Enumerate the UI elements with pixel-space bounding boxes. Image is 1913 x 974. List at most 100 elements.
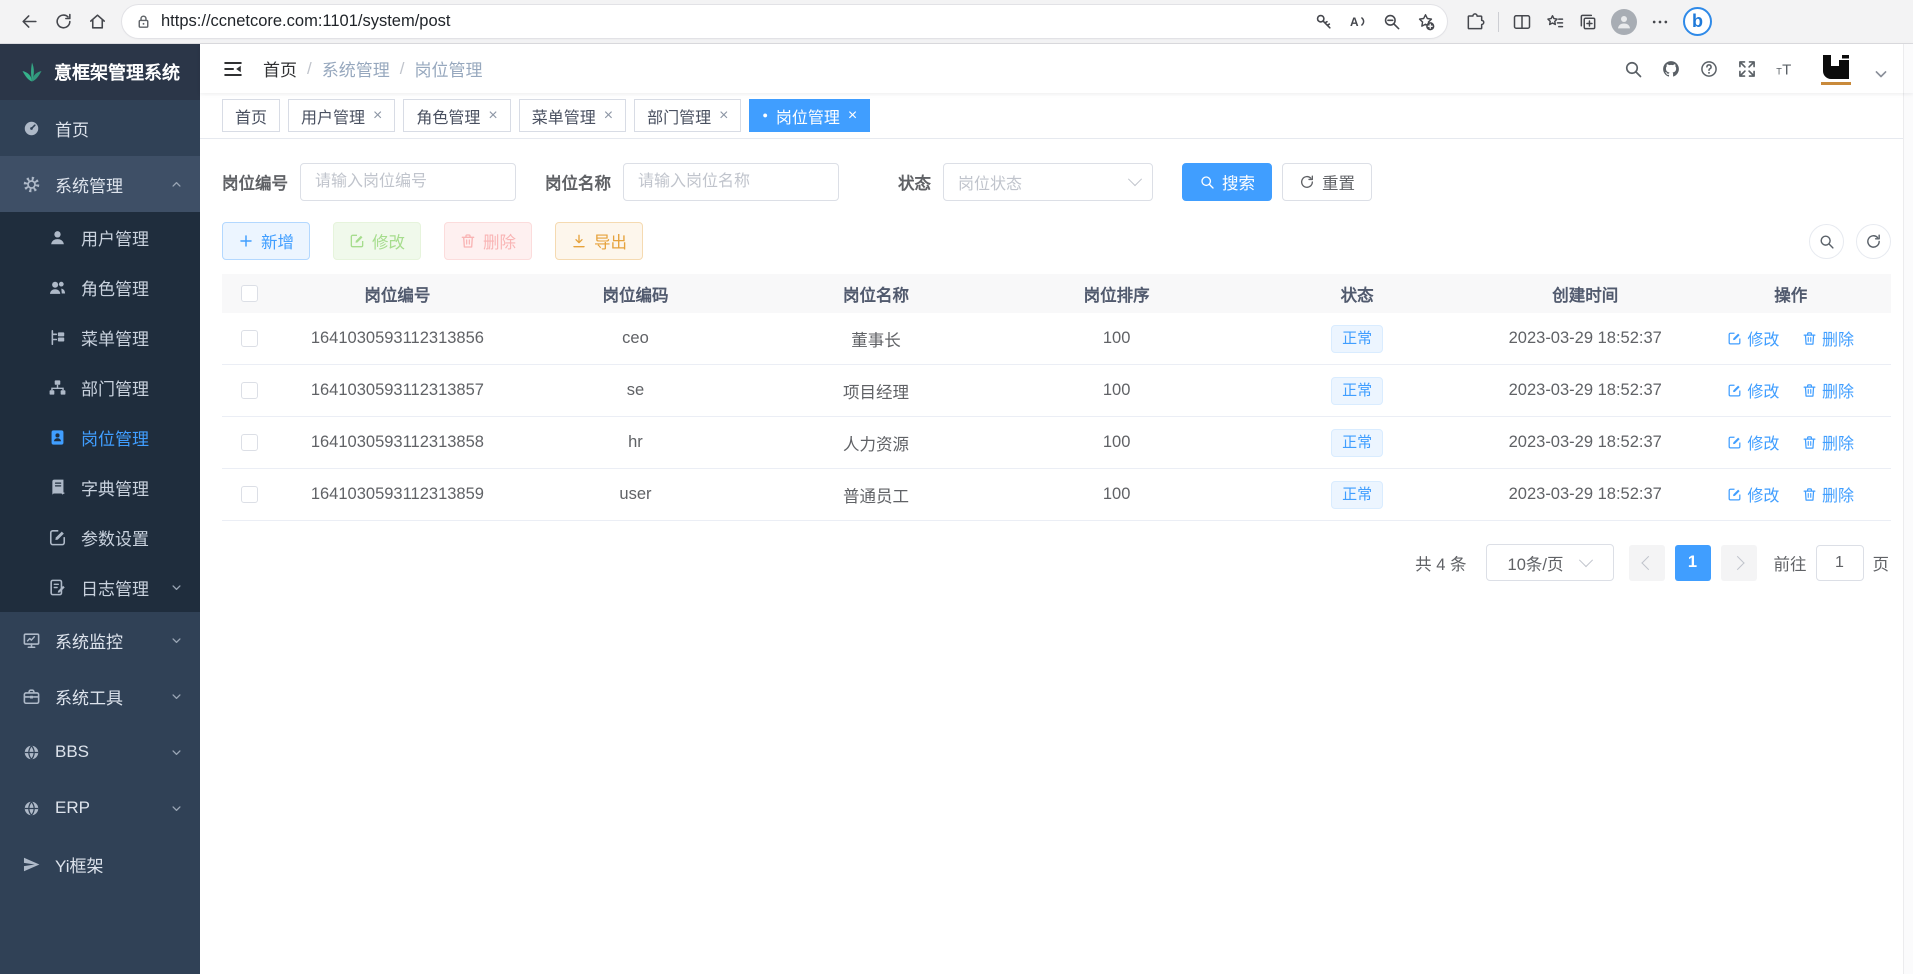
- browser-profile-avatar[interactable]: [1611, 9, 1637, 35]
- pagination: 共 4 条 10条/页 1 前往 页: [222, 544, 1891, 581]
- row-delete-link[interactable]: 删除: [1802, 326, 1854, 350]
- tab-role-management[interactable]: 角色管理 ×: [403, 99, 510, 132]
- row-delete-link[interactable]: 删除: [1802, 482, 1854, 506]
- close-icon[interactable]: ×: [373, 108, 382, 124]
- tab-menu-management[interactable]: 菜单管理 ×: [519, 99, 626, 132]
- row-edit-link[interactable]: 修改: [1727, 430, 1779, 454]
- favorites-icon[interactable]: [1545, 12, 1565, 32]
- github-icon[interactable]: [1661, 59, 1681, 79]
- user-avatar-logo[interactable]: [1819, 53, 1853, 85]
- row-edit-link[interactable]: 修改: [1727, 378, 1779, 402]
- search-button[interactable]: 搜索: [1182, 163, 1272, 201]
- sidebar-item-home[interactable]: 首页: [0, 100, 200, 156]
- edit-icon: [1727, 383, 1742, 398]
- close-icon[interactable]: ×: [488, 108, 497, 124]
- row-delete-link[interactable]: 删除: [1802, 378, 1854, 402]
- sidebar-item-user-management[interactable]: 用户管理: [0, 212, 200, 262]
- tab-post-management[interactable]: ● 岗位管理 ×: [749, 99, 870, 132]
- export-button[interactable]: 导出: [555, 222, 643, 260]
- collapse-sidebar-icon[interactable]: [222, 58, 244, 80]
- cell-post-code: hr: [518, 417, 754, 469]
- post-code-input[interactable]: [300, 163, 516, 201]
- add-button[interactable]: 新增: [222, 222, 310, 260]
- fullscreen-icon[interactable]: [1737, 59, 1757, 79]
- sidebar-item-menu-management[interactable]: 菜单管理: [0, 312, 200, 362]
- address-bar[interactable]: https://ccnetcore.com:1101/system/post: [122, 5, 1447, 38]
- sidebar-item-role-management[interactable]: 角色管理: [0, 262, 200, 312]
- breadcrumb-separator: /: [400, 59, 405, 79]
- row-edit-link[interactable]: 修改: [1727, 482, 1779, 506]
- add-favorite-icon[interactable]: [1416, 12, 1435, 31]
- page-scrollbar[interactable]: [1903, 44, 1913, 974]
- row-checkbox[interactable]: [241, 486, 258, 503]
- status-select-placeholder: 岗位状态: [958, 170, 1022, 194]
- cell-post-id: 1641030593112313857: [277, 365, 518, 417]
- delete-button[interactable]: 删除: [444, 222, 532, 260]
- refresh-table-button[interactable]: [1856, 224, 1891, 259]
- url-text[interactable]: https://ccnetcore.com:1101/system/post: [161, 12, 1314, 31]
- next-page-button[interactable]: [1721, 545, 1757, 581]
- browser-menu-icon[interactable]: [1650, 12, 1670, 32]
- row-checkbox[interactable]: [241, 330, 258, 347]
- sidebar-item-bbs[interactable]: BBS: [0, 724, 200, 780]
- trash-icon: [1802, 383, 1817, 398]
- zoom-out-icon[interactable]: [1382, 12, 1401, 31]
- read-aloud-icon[interactable]: [1348, 12, 1367, 31]
- page-size-value: 10条/页: [1508, 551, 1564, 575]
- tab-dept-management[interactable]: 部门管理 ×: [634, 99, 741, 132]
- sidebar-item-system-management[interactable]: 系统管理: [0, 156, 200, 212]
- browser-home-icon[interactable]: [80, 5, 114, 39]
- sidebar-item-post-management[interactable]: 岗位管理: [0, 412, 200, 462]
- lock-icon[interactable]: [135, 13, 152, 30]
- prev-page-button[interactable]: [1629, 545, 1665, 581]
- select-all-checkbox[interactable]: [241, 285, 258, 302]
- status-select[interactable]: 岗位状态: [943, 163, 1153, 201]
- edit-button[interactable]: 修改: [333, 222, 421, 260]
- user-menu-caret-icon[interactable]: [1871, 64, 1891, 84]
- goto-page-input[interactable]: [1816, 545, 1864, 581]
- sidebar-item-param-settings[interactable]: 参数设置: [0, 512, 200, 562]
- password-key-icon[interactable]: [1314, 12, 1333, 31]
- browser-refresh-icon[interactable]: [46, 5, 80, 39]
- tab-home[interactable]: 首页: [222, 99, 280, 132]
- app-header: 首页 / 系统管理 / 岗位管理: [200, 44, 1913, 93]
- sidebar-item-yi-framework[interactable]: Yi框架: [0, 836, 200, 892]
- reset-button[interactable]: 重置: [1282, 163, 1372, 201]
- browser-back-icon[interactable]: [12, 5, 46, 39]
- close-icon[interactable]: ×: [604, 108, 613, 124]
- sidebar-item-erp[interactable]: ERP: [0, 780, 200, 836]
- edit-icon: [1727, 435, 1742, 450]
- split-screen-icon[interactable]: [1512, 12, 1532, 32]
- collections-icon[interactable]: [1578, 12, 1598, 32]
- app-logo[interactable]: 意框架管理系统: [0, 44, 200, 100]
- row-checkbox[interactable]: [241, 382, 258, 399]
- tag-tabs-bar: 首页 用户管理 × 角色管理 × 菜单管理 × 部门管理 ×: [200, 93, 1913, 139]
- cell-post-code: se: [518, 365, 754, 417]
- refresh-icon: [1299, 174, 1315, 190]
- sidebar-item-dept-management[interactable]: 部门管理: [0, 362, 200, 412]
- goto-label: 前往: [1774, 551, 1807, 575]
- close-icon[interactable]: ×: [848, 108, 857, 124]
- tab-user-management[interactable]: 用户管理 ×: [288, 99, 395, 132]
- sidebar-item-dict-management[interactable]: 字典管理: [0, 462, 200, 512]
- row-checkbox[interactable]: [241, 434, 258, 451]
- page-size-select[interactable]: 10条/页: [1486, 544, 1614, 581]
- page-number-1[interactable]: 1: [1675, 545, 1711, 581]
- row-edit-link[interactable]: 修改: [1727, 326, 1779, 350]
- font-size-icon[interactable]: [1775, 59, 1795, 79]
- post-name-input[interactable]: [623, 163, 839, 201]
- row-delete-link[interactable]: 删除: [1802, 430, 1854, 454]
- cell-post-id: 1641030593112313856: [277, 313, 518, 365]
- header-search-icon[interactable]: [1623, 59, 1643, 79]
- show-search-button[interactable]: [1809, 224, 1844, 259]
- help-icon[interactable]: [1699, 59, 1719, 79]
- copilot-bing-icon[interactable]: b: [1683, 7, 1712, 36]
- leaf-logo-icon: [20, 60, 44, 84]
- toolbar-divider: [1498, 12, 1499, 32]
- breadcrumb-home[interactable]: 首页: [263, 56, 297, 81]
- sidebar-item-system-tools[interactable]: 系统工具: [0, 668, 200, 724]
- close-icon[interactable]: ×: [719, 108, 728, 124]
- sidebar-item-log-management[interactable]: 日志管理: [0, 562, 200, 612]
- sidebar-item-system-monitor[interactable]: 系统监控: [0, 612, 200, 668]
- extensions-icon[interactable]: [1465, 12, 1485, 32]
